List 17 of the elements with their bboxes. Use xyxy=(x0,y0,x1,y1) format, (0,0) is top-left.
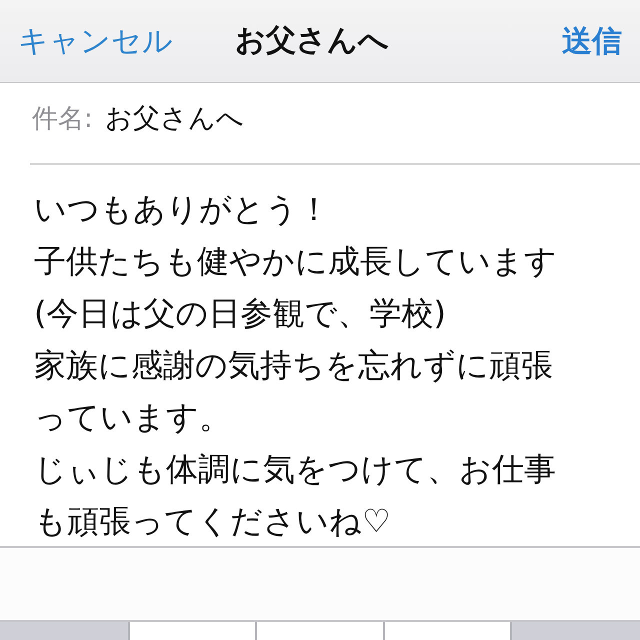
subject-value: お父さんへ xyxy=(104,102,244,136)
nav-title: お父さんへ xyxy=(235,22,389,60)
keyboard-key[interactable] xyxy=(0,622,128,640)
body-text-line: (今日は父の日参観で、学校) xyxy=(34,293,446,334)
body-text-line: も頑張ってくださいね♡ xyxy=(34,501,391,542)
subject-label: 件名: xyxy=(32,102,93,136)
body-text-line: っています。 xyxy=(34,397,231,438)
body-text-line: 子供たちも健やかに成長しています xyxy=(34,241,557,282)
keyboard-key[interactable] xyxy=(512,622,640,640)
keyboard-key[interactable] xyxy=(257,622,383,640)
subject-field[interactable]: 件名: お父さんへ xyxy=(30,83,640,165)
send-button[interactable]: 送信 xyxy=(562,20,622,62)
body-text-line: いつもありがとう！ xyxy=(34,189,330,230)
body-text-line: じぃじも体調に気をつけて、お仕事 xyxy=(34,449,556,490)
keyboard-key[interactable] xyxy=(130,622,256,640)
body-text-line: 家族に感謝の気持ちを忘れずに頑張 xyxy=(34,345,553,386)
keyboard-key[interactable] xyxy=(384,622,510,640)
